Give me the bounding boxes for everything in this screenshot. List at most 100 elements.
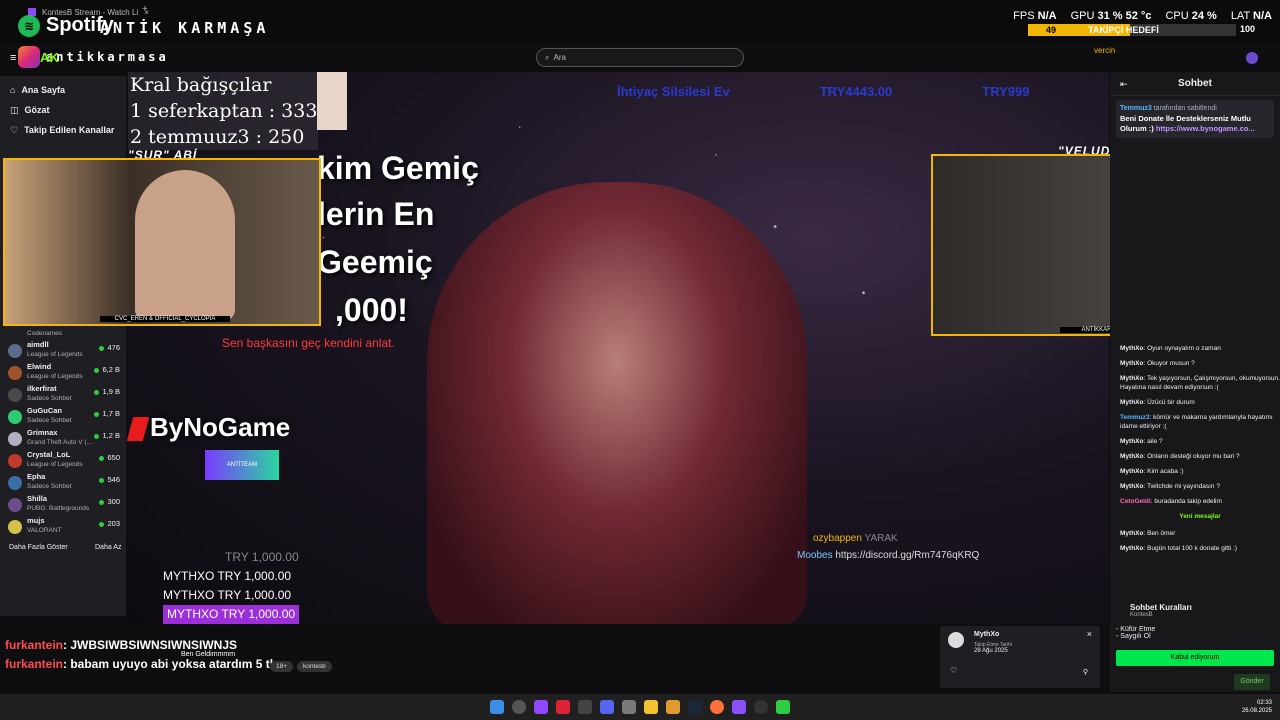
clock-date: 26.08.2025 bbox=[1241, 708, 1272, 714]
ticker-item: İhtiyaç Silsilesi Ev bbox=[617, 84, 730, 99]
sidebar-channel-epha[interactable]: Epha Sadece Sohbet 546 bbox=[0, 472, 126, 494]
sidebar-channel-mujs[interactable]: mujs VALORANT 203 bbox=[0, 516, 126, 538]
heart-icon: ♡ bbox=[10, 124, 19, 135]
overlay-welcome: Ben Geldimmmm bbox=[181, 651, 236, 658]
chat-text: aile ? bbox=[1147, 438, 1163, 445]
discord-text: YARAK bbox=[864, 533, 898, 544]
donation-item: TRY 1,000.00 bbox=[225, 550, 299, 564]
sidebar-channel-grimnax[interactable]: Grimnax Grand Theft Auto V (... 1,2 B bbox=[0, 428, 126, 450]
alert-text-line: Geemiç bbox=[317, 244, 433, 280]
send-button[interactable]: Gönder bbox=[1234, 674, 1270, 690]
sidebar-channel-elwind[interactable]: Elwind League of Legends 6,2 B bbox=[0, 362, 126, 384]
show-less-button[interactable]: Daha Az bbox=[95, 544, 121, 551]
windows-start-icon[interactable] bbox=[490, 700, 504, 714]
chat-message: MythXo: Kim acaba :) bbox=[1120, 468, 1184, 475]
close-icon[interactable]: × bbox=[1087, 629, 1092, 639]
ticker-item: TRY999 bbox=[982, 84, 1030, 99]
chat-username[interactable]: MythXo bbox=[1120, 360, 1143, 367]
chat-username[interactable]: MythXo bbox=[1120, 483, 1143, 490]
search-input[interactable]: ⌕ Ara bbox=[536, 48, 744, 67]
app-icon[interactable] bbox=[534, 700, 548, 714]
sidebar-channel-ilkerfirat[interactable]: ilkerfirat Sadece Sohbet 1,9 B bbox=[0, 384, 126, 406]
clock-time: 02:33 bbox=[1256, 700, 1272, 706]
discord-icon[interactable] bbox=[600, 700, 614, 714]
rule-item: - Saygılı Ol bbox=[1116, 633, 1151, 640]
chat-username[interactable]: MythXo bbox=[1120, 399, 1143, 406]
discord-text: https://discord.gg/Rm7476qKRQ bbox=[835, 550, 980, 561]
cpu-stat: CPU 24 % bbox=[1165, 10, 1217, 22]
notif-avatar bbox=[948, 632, 964, 648]
top-donors-panel: Kral bağışçılar 1 seferkaptan : 333 2 te… bbox=[128, 72, 318, 150]
accept-rules-button[interactable]: Kabul ediyorum bbox=[1116, 650, 1274, 666]
sidebar-channel-crystal_lol[interactable]: Crystal_LoL League of Legends 650 bbox=[0, 450, 126, 472]
browse-icon: ◫ bbox=[10, 104, 19, 115]
chat-username[interactable]: MythXo bbox=[1120, 545, 1143, 552]
menu-icon[interactable]: ≡ bbox=[10, 52, 16, 64]
pinned-link[interactable]: https://www.bynogame.co... bbox=[1156, 124, 1255, 133]
avatar[interactable] bbox=[1246, 52, 1258, 64]
sidebar-channel-aimdll[interactable]: aimdll League of Legends 476 bbox=[0, 340, 126, 362]
taskbar bbox=[0, 694, 1280, 720]
sidebar-channel-gugucan[interactable]: GuGuCan Sadece Sohbet 1,7 B bbox=[0, 406, 126, 428]
app-icon[interactable] bbox=[556, 700, 570, 714]
app-icon[interactable] bbox=[732, 700, 746, 714]
app-icon[interactable] bbox=[622, 700, 636, 714]
chat-text: Okuyor musun ? bbox=[1147, 360, 1195, 367]
pin-icon[interactable]: ⚲ bbox=[1083, 668, 1088, 676]
chat-username[interactable]: MythXo bbox=[1120, 453, 1143, 460]
chat-username[interactable]: MythXo bbox=[1120, 530, 1143, 537]
channel-avatar bbox=[8, 498, 22, 512]
top-donor-1: 1 seferkaptan : 333 bbox=[130, 100, 318, 122]
pinned-message[interactable]: Temmuz3 tarafından sabitlendi Beni Donat… bbox=[1116, 100, 1274, 138]
chat-username[interactable]: MythXo bbox=[1120, 375, 1143, 382]
sidebar-item-browse[interactable]: ◫ Gözat bbox=[0, 100, 126, 120]
chat-username[interactable]: CetoGeldi bbox=[1120, 498, 1151, 505]
chat-text: Üzücü bir durum bbox=[1147, 399, 1195, 406]
chat-username[interactable]: MythXo bbox=[1120, 345, 1143, 352]
discord-user: ozybappen bbox=[813, 533, 862, 544]
obs-icon[interactable] bbox=[754, 700, 768, 714]
search-icon[interactable] bbox=[512, 700, 526, 714]
pinned-by: Temmuz3 bbox=[1120, 105, 1152, 112]
firefox-icon[interactable] bbox=[710, 700, 724, 714]
show-more-button[interactable]: Daha Fazla Göster bbox=[9, 544, 68, 551]
chat-panel: Sohbet ⇤ Temmuz3 tarafından sabitlendi B… bbox=[1110, 72, 1280, 692]
tag[interactable]: kontesb bbox=[297, 661, 332, 672]
follower-goal-bar: 49 TAKİPÇİ HEDEFİ bbox=[1028, 24, 1236, 36]
spotify-icon: ≋ bbox=[18, 14, 40, 37]
chat-username[interactable]: Temmuz3 bbox=[1120, 414, 1150, 421]
sidebar-channel-shilla[interactable]: Shilla PUBG: Battlegrounds 300 bbox=[0, 494, 126, 516]
donation-list: TRY 1,000.00 MYTHXO TRY 1,000.00 MYTHXO … bbox=[163, 548, 300, 624]
sidebar-item-home[interactable]: ⌂ Ana Sayfa bbox=[0, 80, 126, 100]
app-icon[interactable] bbox=[666, 700, 680, 714]
stream-tags: 18+ kontesb bbox=[270, 661, 332, 672]
chat-username[interactable]: MythXo bbox=[1120, 468, 1143, 475]
app-icon[interactable] bbox=[578, 700, 592, 714]
rule-item: - Küfür Etme bbox=[1116, 626, 1156, 633]
gpu-stat: GPU 31 % 52 °c bbox=[1070, 10, 1152, 22]
goal-label: TAKİPÇİ HEDEFİ bbox=[1088, 25, 1159, 35]
app-icon[interactable] bbox=[776, 700, 790, 714]
new-tab-button[interactable]: + bbox=[142, 4, 148, 15]
collapse-chat-icon[interactable]: ⇤ bbox=[1120, 79, 1128, 90]
alert-text-line: ,000! bbox=[335, 292, 408, 328]
search-placeholder: Ara bbox=[553, 53, 566, 62]
chat-message: MythXo: Tek yaşıyorsun, Çalışmıyorsun, o… bbox=[1120, 375, 1280, 391]
channel-avatar bbox=[8, 476, 22, 490]
top-game-label: Codenames bbox=[27, 330, 63, 337]
alert-message: Sen başkasını geç kendini anlat. bbox=[222, 336, 395, 350]
steam-icon[interactable] bbox=[688, 700, 702, 714]
system-clock[interactable]: 02:33 26.08.2025 bbox=[1242, 699, 1272, 715]
chat-text: Kim acaba :) bbox=[1147, 468, 1184, 475]
folder-icon[interactable] bbox=[644, 700, 658, 714]
chat-message: MythXo: Oyun oynayalım o zaman bbox=[1120, 345, 1221, 352]
donation-item: MYTHXO TRY 1,000.00 bbox=[163, 569, 292, 583]
chat-username[interactable]: MythXo bbox=[1120, 438, 1143, 445]
heart-icon[interactable]: ♡ bbox=[950, 666, 957, 675]
overlay-chat-line: furkantein: babam uyuyo abi yoksa atardı… bbox=[5, 657, 274, 671]
donation-item-highlight: MYTHXO TRY 1,000.00 bbox=[163, 605, 300, 624]
tag[interactable]: 18+ bbox=[270, 661, 294, 672]
donor-avatar bbox=[317, 72, 347, 130]
sidebar-item-following[interactable]: ♡ Takip Edilen Kanallar bbox=[0, 120, 126, 140]
chat-messages: MythXo: Oyun oynayalım o zaman MythXo: Ok… bbox=[1120, 344, 1280, 559]
